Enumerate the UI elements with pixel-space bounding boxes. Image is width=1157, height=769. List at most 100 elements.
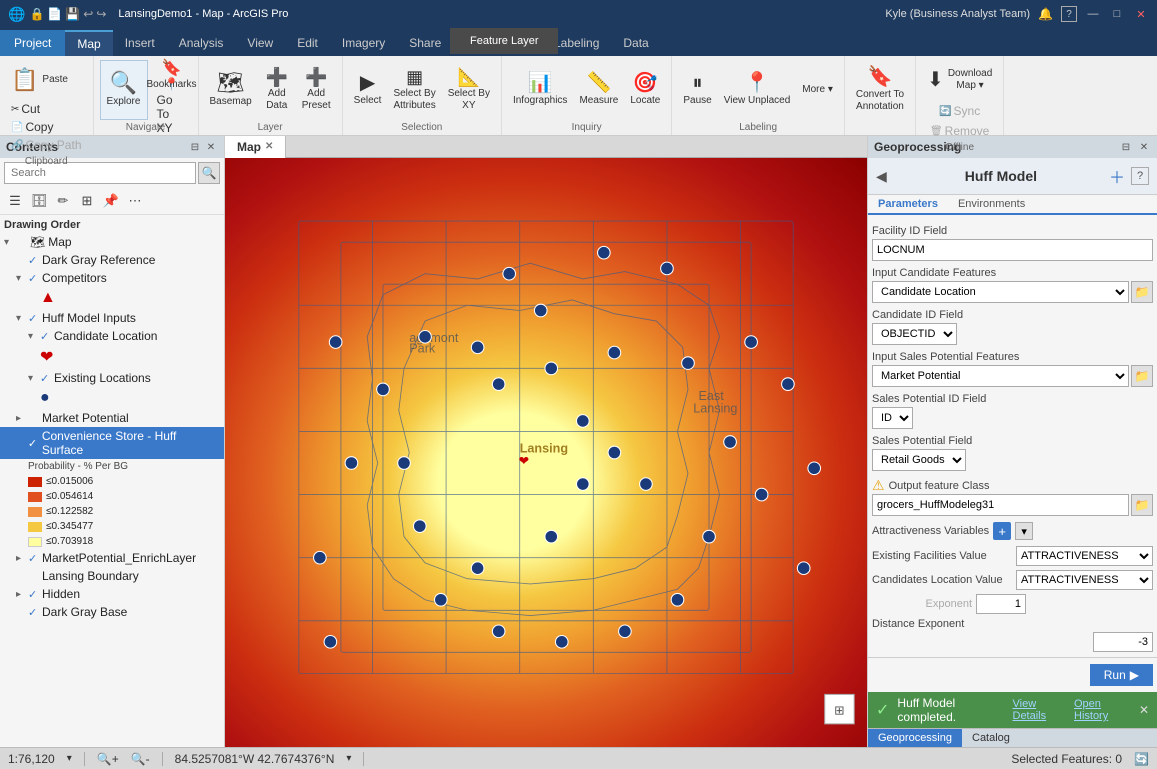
expand-hidden[interactable]: ▸ [16,589,28,600]
check-huff-model[interactable]: ✓ [28,312,42,325]
undo-btn[interactable]: ↩ [83,7,93,21]
copy-button[interactable]: 📄 Copy [6,118,58,136]
select-button[interactable]: ▶ Select [349,60,387,120]
geo-help-btn[interactable]: ? [1131,167,1149,185]
check-market-enrich[interactable]: ✓ [28,552,42,565]
tab-edit[interactable]: Edit [285,30,330,56]
view-details-link[interactable]: View Details [1013,698,1067,722]
success-close-btn[interactable]: ✕ [1139,703,1149,717]
select-sales-potential-id[interactable]: ID [872,407,913,429]
geo-back-btn[interactable]: ◀ [876,168,887,185]
tb-btn-cylinder[interactable]: 🗄 [28,190,50,212]
input-facility-id[interactable] [872,239,1153,261]
candidate-location-symbol[interactable]: ❤ [519,454,530,468]
notification-icon[interactable]: 🔔 [1038,7,1053,21]
tree-convenience-store[interactable]: ✓ Convenience Store - Huff Surface [0,427,224,459]
panel-close-btn[interactable]: ✕ [204,140,218,154]
tb-btn-filter[interactable]: ⊞ [76,190,98,212]
sync-button[interactable]: 🔄 Sync [934,102,985,120]
check-dark-gray-ref[interactable]: ✓ [28,254,42,267]
expand-market-enrich[interactable]: ▸ [16,553,28,564]
expand-competitors[interactable]: ▾ [16,273,28,284]
tb-btn-more[interactable]: ⋯ [124,190,146,212]
tb-btn-edit[interactable]: ✏ [52,190,74,212]
coord-dropdown-btn[interactable]: ▾ [346,753,351,764]
expand-huff-model[interactable]: ▾ [16,313,28,324]
tab-view[interactable]: View [235,30,285,56]
help-btn[interactable]: ? [1061,6,1077,22]
tree-dark-gray-base[interactable]: ✓ Dark Gray Base [0,603,224,621]
open-history-link[interactable]: Open History [1074,698,1131,722]
convert-annotation-button[interactable]: 🔖 Convert ToAnnotation [851,60,909,120]
geo-add-btn[interactable]: ＋ [1109,164,1125,188]
expand-map[interactable]: ▾ [4,237,16,248]
check-candidate[interactable]: ✓ [40,330,54,343]
feature-layer-tab[interactable]: Feature Layer [450,28,558,54]
geo-close-btn[interactable]: ✕ [1137,140,1151,154]
remove-button[interactable]: 🗑 Remove [925,122,994,140]
check-dark-gray-base[interactable]: ✓ [28,606,42,619]
tab-geoprocessing[interactable]: Geoprocessing [868,729,962,747]
explore-button[interactable]: 🔍 Explore [100,60,148,120]
zoom-btn-in[interactable]: 🔍+ [97,752,119,766]
measure-button[interactable]: 📏 Measure [574,60,623,120]
tree-huff-model[interactable]: ▾ ✓ Huff Model Inputs [0,309,224,327]
check-competitors[interactable]: ✓ [28,272,42,285]
sales-potential-folder-btn[interactable]: 📁 [1131,365,1153,387]
tab-environments[interactable]: Environments [948,195,1035,213]
infographics-button[interactable]: 📊 Infographics [508,60,572,120]
map-tab[interactable]: Map ✕ [225,136,286,158]
tab-map[interactable]: Map [65,30,112,56]
select-sales-potential[interactable]: Market Potential [872,365,1129,387]
check-hidden[interactable]: ✓ [28,588,42,601]
tab-project[interactable]: Project [0,30,65,56]
tree-dark-gray-ref[interactable]: ✓ Dark Gray Reference [0,251,224,269]
input-distance-exponent[interactable] [1093,632,1153,652]
geo-pin-btn[interactable]: ⊟ [1119,140,1133,154]
goto-xy-button[interactable]: 📍 Go To XY [152,93,192,119]
locate-button[interactable]: 🎯 Locate [625,60,665,120]
cut-button[interactable]: ✂ Cut [6,100,45,118]
check-convenience[interactable]: ✓ [28,437,42,450]
tree-market-enrich[interactable]: ▸ ✓ MarketPotential_EnrichLayer [0,549,224,567]
tab-share[interactable]: Share [397,30,453,56]
select-candidates-location[interactable]: ATTRACTIVENESS [1016,570,1153,590]
quick-access-btn[interactable]: 🔒 [29,7,44,21]
zoom-btn-out[interactable]: 🔍- [131,752,150,766]
close-btn[interactable]: ✕ [1133,6,1149,22]
map-canvas[interactable]: Lansing agemont Park East Lansing ❤ [225,158,867,747]
select-existing-facilities[interactable]: ATTRACTIVENESS [1016,546,1153,566]
attractiveness-chevron-btn[interactable]: ▾ [1015,522,1033,540]
tree-competitors[interactable]: ▾ ✓ Competitors [0,269,224,287]
basemap-button[interactable]: 🗺 Basemap [205,60,257,120]
expand-candidate[interactable]: ▾ [28,331,40,342]
add-preset-button[interactable]: ➕ AddPreset [297,60,336,120]
candidate-features-folder-btn[interactable]: 📁 [1131,281,1153,303]
more-button[interactable]: More ▾ [797,60,838,120]
tree-existing-locations[interactable]: ▾ ✓ Existing Locations [0,369,224,387]
select-by-attr-button[interactable]: ▦ Select ByAttributes [388,60,440,120]
output-feature-folder-btn[interactable]: 📁 [1131,494,1153,516]
attractiveness-add-btn[interactable]: + [993,522,1011,540]
tab-data[interactable]: Data [611,30,660,56]
refresh-btn[interactable]: 🔄 [1134,752,1149,766]
view-unplaced-button[interactable]: 📍 View Unplaced [719,60,796,120]
maximize-btn[interactable]: □ [1109,6,1125,22]
select-candidate-features[interactable]: Candidate Location [872,281,1129,303]
run-button[interactable]: Run ▶ [1090,664,1153,686]
tree-market-potential[interactable]: ▸ Market Potential [0,409,224,427]
redo-btn[interactable]: ↪ [96,7,106,21]
tab-parameters[interactable]: Parameters [868,195,948,215]
tree-lansing-boundary[interactable]: Lansing Boundary [0,567,224,585]
select-by-xy-button[interactable]: 📐 Select ByXY [443,60,495,120]
new-btn[interactable]: 📄 [47,7,62,21]
select-candidate-id[interactable]: OBJECTID [872,323,957,345]
tab-imagery[interactable]: Imagery [330,30,397,56]
input-output-feature[interactable] [872,494,1129,516]
tab-catalog[interactable]: Catalog [962,729,1020,747]
expand-existing[interactable]: ▾ [28,373,40,384]
tb-btn-list[interactable]: ☰ [4,190,26,212]
save-btn[interactable]: 💾 [65,7,80,21]
check-existing[interactable]: ✓ [40,372,54,385]
tab-analysis[interactable]: Analysis [167,30,236,56]
